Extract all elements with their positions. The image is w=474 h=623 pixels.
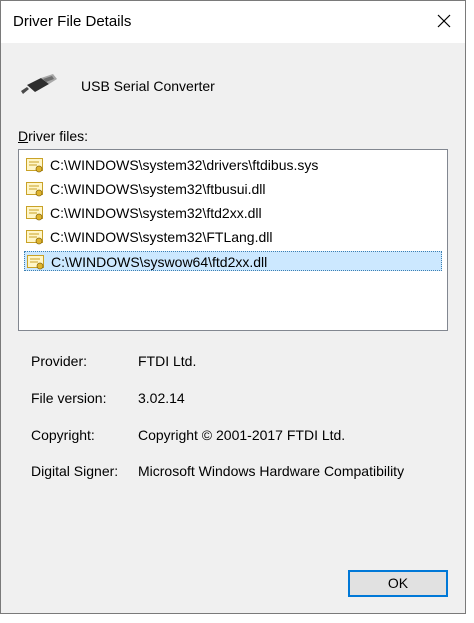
file-version-value: 3.02.14 — [138, 390, 185, 406]
list-item[interactable]: C:\WINDOWS\system32\ftbusui.dll — [24, 179, 442, 199]
list-item-selected[interactable]: C:\WINDOWS\syswow64\ftd2xx.dll — [24, 251, 442, 271]
list-item[interactable]: C:\WINDOWS\system32\drivers\ftdibus.sys — [24, 155, 442, 175]
settings-file-icon — [26, 205, 44, 221]
file-version-label: File version: — [31, 390, 107, 406]
driver-files-label: Driver files: — [18, 128, 88, 144]
provider-value: FTDI Ltd. — [138, 353, 197, 369]
driver-files-label-mnemonic: D — [18, 128, 29, 144]
list-item[interactable]: C:\WINDOWS\system32\FTLang.dll — [24, 227, 442, 247]
digital-signer-label: Digital Signer: — [31, 463, 119, 479]
device-name: USB Serial Converter — [81, 78, 215, 94]
close-icon — [437, 14, 451, 28]
usb-cable-icon — [19, 73, 59, 99]
settings-file-icon — [26, 181, 44, 197]
list-item[interactable]: C:\WINDOWS\system32\ftd2xx.dll — [24, 203, 442, 223]
title-bar: Driver File Details — [1, 1, 465, 43]
file-path: C:\WINDOWS\syswow64\ftd2xx.dll — [51, 254, 268, 270]
file-path: C:\WINDOWS\system32\drivers\ftdibus.sys — [50, 157, 319, 173]
close-button[interactable] — [433, 10, 455, 32]
file-path: C:\WINDOWS\system32\ftbusui.dll — [50, 181, 266, 197]
file-path: C:\WINDOWS\system32\ftd2xx.dll — [50, 205, 262, 221]
file-path: C:\WINDOWS\system32\FTLang.dll — [50, 229, 273, 245]
driver-files-list[interactable]: C:\WINDOWS\system32\drivers\ftdibus.sys … — [18, 149, 448, 331]
copyright-value: Copyright © 2001-2017 FTDI Ltd. — [138, 427, 346, 443]
digital-signer-value: Microsoft Windows Hardware Compatibility — [138, 463, 405, 479]
driver-file-details-dialog: Driver File Details USB Serial Converter… — [0, 0, 466, 614]
window-title: Driver File Details — [13, 13, 132, 30]
settings-file-icon — [26, 229, 44, 245]
driver-files-label-text: river files: — [28, 128, 89, 144]
ok-button[interactable]: OK — [348, 570, 448, 597]
settings-file-icon — [27, 254, 45, 270]
copyright-label: Copyright: — [31, 427, 95, 443]
provider-label: Provider: — [31, 353, 88, 369]
settings-file-icon — [26, 157, 44, 173]
